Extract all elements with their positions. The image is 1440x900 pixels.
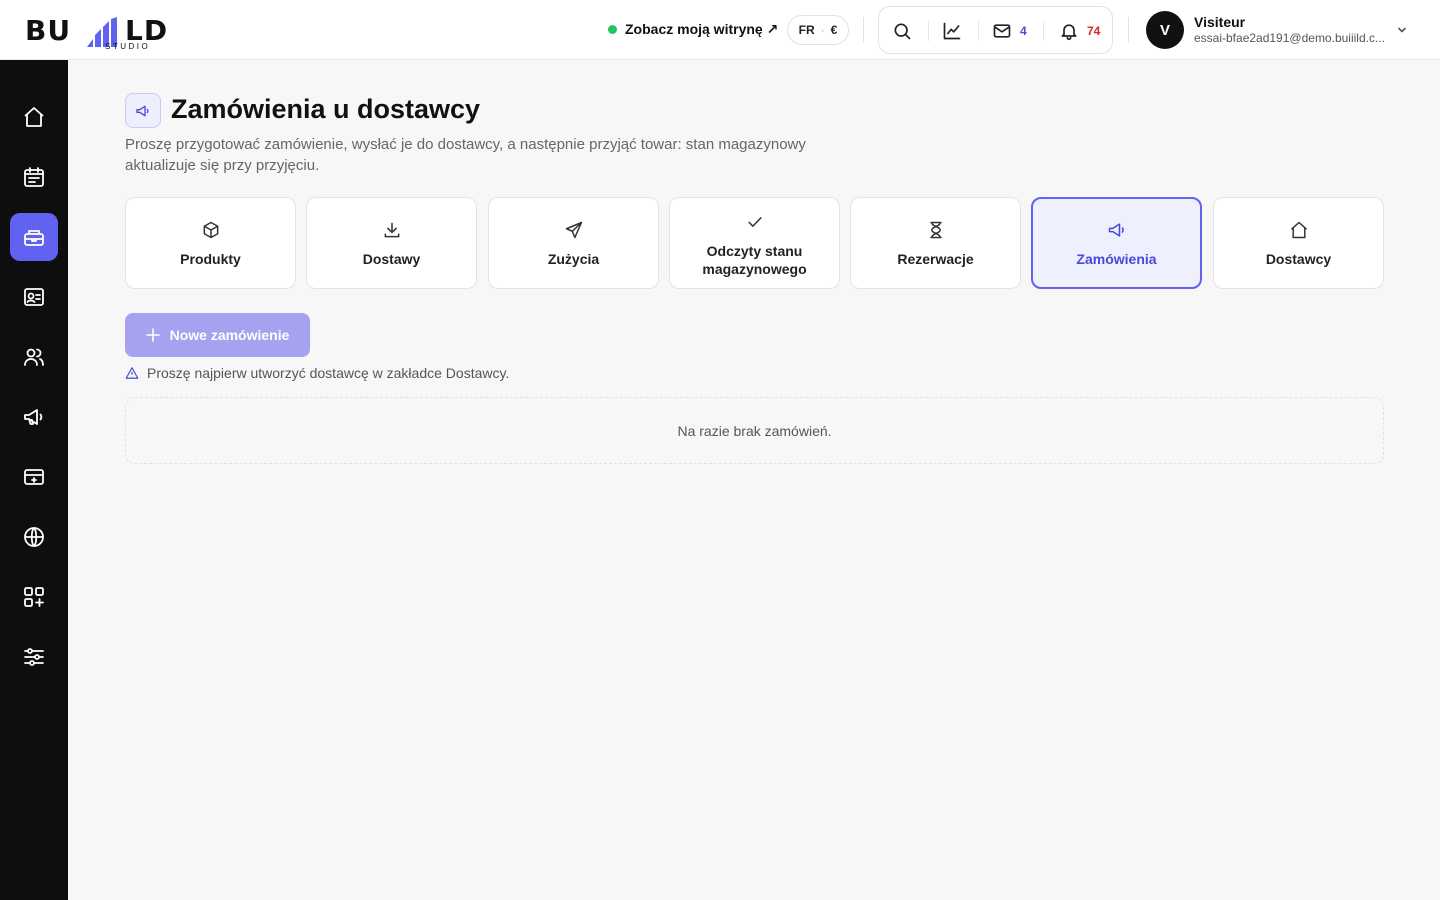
locale-language: FR (798, 23, 815, 37)
box-icon (203, 221, 219, 239)
notifications-button[interactable]: 74 (1059, 16, 1100, 46)
tab-suppliers[interactable]: Dostawcy (1213, 197, 1384, 289)
chevron-down-icon (1398, 27, 1406, 33)
sidebar-item-website[interactable] (10, 513, 58, 561)
page-title: Zamówienia u dostawcy (171, 94, 481, 124)
messages-button[interactable]: 4 (992, 16, 1027, 46)
megaphone-icon (1108, 223, 1124, 237)
payment-card-icon (24, 469, 44, 485)
search-icon (894, 23, 911, 40)
plus-icon (145, 328, 160, 342)
sliders-icon (24, 648, 44, 666)
tab-label: Dostawcy (1265, 251, 1332, 267)
notification-count: 74 (1087, 24, 1101, 38)
view-site-link[interactable]: Zobacz moją witrynę ↗ (608, 16, 778, 42)
tab-stock-readings[interactable]: Odczyty stanu magazynowego (669, 197, 840, 289)
apps-add-icon (24, 587, 44, 607)
sidebar (0, 60, 68, 900)
user-menu[interactable]: V Visiteur essai-bfae2ad191@demo.buiiild… (1146, 10, 1416, 50)
check-icon (748, 217, 762, 227)
tab-orders[interactable]: Zamówienia (1031, 197, 1202, 289)
users-icon (24, 348, 44, 366)
sidebar-item-payments[interactable] (10, 453, 58, 501)
locale-switcher[interactable]: FR · € (787, 15, 849, 45)
download-icon (384, 222, 400, 238)
view-site-label: Zobacz moją witrynę ↗ (625, 20, 779, 37)
locale-currency: € (830, 23, 838, 37)
tab-label: Produkty (180, 251, 241, 267)
logo[interactable]: BU LD STUDIO (25, 8, 185, 52)
tab-consumption[interactable]: Zużycia (488, 197, 659, 289)
new-order-button[interactable]: Nowe zamówienie (125, 313, 310, 357)
megaphone-icon (136, 105, 149, 116)
tab-products[interactable]: Produkty (125, 197, 296, 289)
mail-count: 4 (1020, 24, 1027, 38)
tab-deliveries[interactable]: Dostawy (306, 197, 477, 289)
search-button[interactable] (892, 16, 912, 46)
sidebar-item-home[interactable] (10, 93, 58, 141)
inventory-icon (24, 230, 44, 246)
logo-subtitle: STUDIO (105, 42, 151, 51)
home-icon (1291, 221, 1307, 239)
empty-state: Na razie brak zamówień. (125, 397, 1384, 464)
hourglass-icon (930, 221, 942, 239)
new-order-label: Nowe zamówienie (169, 327, 290, 343)
online-status-dot (608, 24, 617, 34)
mail-icon (993, 24, 1011, 38)
sidebar-item-apps[interactable] (10, 573, 58, 621)
sidebar-item-users[interactable] (10, 333, 58, 381)
sidebar-item-contacts[interactable] (10, 273, 58, 321)
header-toolbar: 4 74 (878, 6, 1113, 54)
tab-label-line2: magazynowego (702, 261, 807, 277)
analytics-button[interactable] (942, 16, 962, 46)
tab-label: Dostawy (362, 251, 421, 267)
page-header-icon (125, 93, 161, 128)
user-name: Visiteur (1194, 14, 1246, 30)
divider (928, 21, 929, 41)
tab-reservations[interactable]: Rezerwacje (850, 197, 1021, 289)
divider (1043, 21, 1044, 41)
empty-state-text: Na razie brak zamówień. (677, 422, 832, 439)
tab-label: Rezerwacje (897, 251, 974, 267)
calendar-icon (24, 167, 44, 187)
sidebar-item-calendar[interactable] (10, 153, 58, 201)
locale-separator: · (820, 23, 825, 37)
send-icon (565, 221, 583, 239)
divider (978, 21, 979, 41)
top-bar: BU LD STUDIO Zobacz moją witrynę ↗ FR · … (0, 0, 1440, 60)
tab-label: Zamówienia (1076, 251, 1157, 267)
user-email: essai-bfae2ad191@demo.buiiild.c... (1194, 31, 1385, 45)
bell-icon (1061, 24, 1077, 41)
divider (1128, 17, 1129, 43)
megaphone-icon (24, 409, 43, 425)
home-icon (24, 107, 44, 127)
sidebar-item-settings[interactable] (10, 633, 58, 681)
divider (863, 17, 864, 43)
sidebar-item-inventory[interactable] (10, 213, 58, 261)
warning-message: Proszę najpierw utworzyć dostawcę w zakł… (125, 365, 509, 381)
tab-label-line1: Odczyty stanu (706, 243, 803, 259)
contact-card-icon (24, 288, 44, 306)
tab-label: Zużycia (547, 251, 600, 267)
avatar: V (1146, 11, 1184, 49)
logo-word-left: BU (25, 14, 72, 47)
warning-triangle-icon (125, 367, 139, 379)
globe-icon (24, 527, 44, 547)
chart-line-icon (943, 22, 961, 40)
page-description: Proszę przygotować zamówienie, wysłać je… (125, 136, 806, 174)
sidebar-item-marketing[interactable] (10, 393, 58, 441)
warning-text: Proszę najpierw utworzyć dostawcę w zakł… (147, 365, 510, 381)
